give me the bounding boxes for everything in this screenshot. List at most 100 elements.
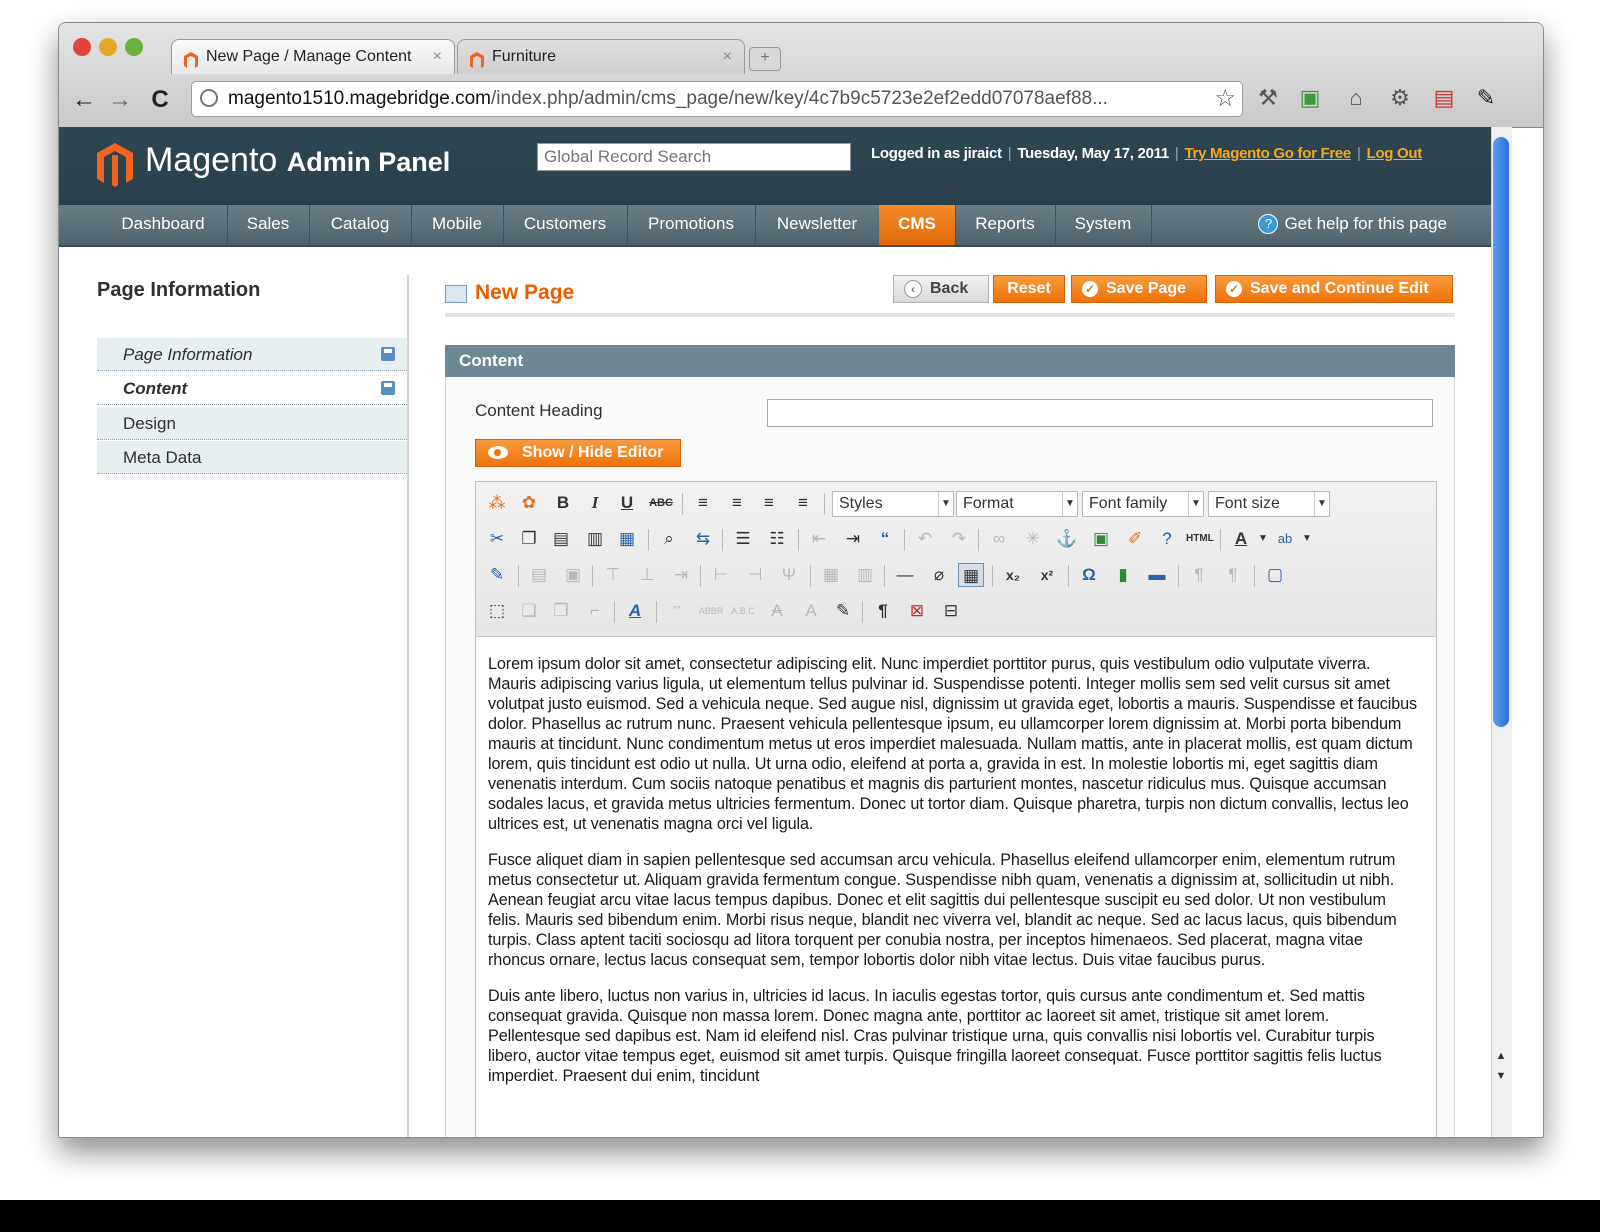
format-dropdown[interactable]: Format ▼ <box>956 491 1078 517</box>
unlink-icon[interactable]: ✳ <box>1020 527 1046 551</box>
nav-promotions[interactable]: Promotions <box>627 205 756 245</box>
font-family-dropdown[interactable]: Font family ▼ <box>1082 491 1204 517</box>
content-heading-input[interactable] <box>767 399 1433 427</box>
edit-css-icon[interactable]: ✎ <box>484 563 510 587</box>
tab-furniture[interactable]: Furniture × <box>457 39 745 74</box>
underline-icon[interactable]: U <box>614 491 640 515</box>
replace-icon[interactable]: ⇆ <box>690 527 716 551</box>
insert-col-before-icon[interactable]: ⊢ <box>708 563 734 587</box>
move-forward-icon[interactable]: ❏ <box>516 599 542 623</box>
forward-arrow-icon[interactable]: → <box>105 85 135 115</box>
reset-button[interactable]: Reset <box>993 275 1065 303</box>
insert-widget-icon[interactable]: ✿ <box>516 491 542 515</box>
cut-icon[interactable]: ✂ <box>484 527 510 551</box>
fullscreen-icon[interactable]: ▢ <box>1262 563 1288 587</box>
acronym-icon[interactable]: A.B.C <box>730 599 756 623</box>
move-backward-icon[interactable]: ❐ <box>548 599 574 623</box>
nav-catalog[interactable]: Catalog <box>309 205 412 245</box>
bold-icon[interactable]: B <box>550 491 576 515</box>
align-justify-icon[interactable]: ≡ <box>790 491 816 515</box>
delete-col-icon[interactable]: Ψ <box>776 563 802 587</box>
numbered-list-icon[interactable]: ☷ <box>764 527 790 551</box>
redo-icon[interactable]: ↷ <box>946 527 972 551</box>
insert-variable-icon[interactable]: ⁂ <box>484 491 510 515</box>
style-props-icon[interactable]: A <box>622 599 648 623</box>
paste-icon[interactable]: ▤ <box>548 527 574 551</box>
visual-chars-icon[interactable]: ¶ <box>870 599 896 623</box>
del-icon[interactable]: A <box>764 599 790 623</box>
bookmark-star-icon[interactable]: ☆ <box>1214 84 1236 113</box>
back-button[interactable]: ‹ Back <box>893 275 989 303</box>
font-size-dropdown[interactable]: Font size ▼ <box>1208 491 1330 517</box>
absolute-icon[interactable]: ⌐ <box>582 599 608 623</box>
anchor-icon[interactable]: ⚓ <box>1054 527 1080 551</box>
align-right-icon[interactable]: ≡ <box>756 491 782 515</box>
blockquote-icon[interactable]: “ <box>872 527 898 551</box>
scroll-down-icon[interactable]: ▼ <box>1493 1067 1509 1085</box>
align-center-icon[interactable]: ≡ <box>724 491 750 515</box>
paste-word-icon[interactable]: ▦ <box>614 527 640 551</box>
italic-icon[interactable]: I <box>582 491 608 515</box>
global-search-input[interactable] <box>537 143 851 171</box>
scroll-up-icon[interactable]: ▲ <box>1493 1047 1509 1065</box>
sidebar-item-content[interactable]: Content <box>97 372 407 405</box>
row-props-icon[interactable]: ▤ <box>526 563 552 587</box>
rtl-icon[interactable]: ¶ <box>1220 563 1246 587</box>
nav-sales[interactable]: Sales <box>227 205 310 245</box>
nav-cms[interactable]: CMS <box>879 205 956 245</box>
ins-icon[interactable]: A <box>798 599 824 623</box>
sidebar-item-page-information[interactable]: Page Information <box>97 338 407 371</box>
nav-newsletter[interactable]: Newsletter <box>755 205 880 245</box>
styles-dropdown[interactable]: Styles ▼ <box>832 491 954 517</box>
green-extension-icon[interactable]: ▣ <box>1297 85 1323 111</box>
sidebar-item-meta-data[interactable]: Meta Data <box>97 441 407 474</box>
copy-icon[interactable]: ❐ <box>516 527 542 551</box>
insert-layer-icon[interactable]: ⬚ <box>484 599 510 623</box>
back-arrow-icon[interactable]: ← <box>69 85 99 115</box>
insert-col-after-icon[interactable]: ⊣ <box>742 563 768 587</box>
scrollbar-thumb[interactable] <box>1493 137 1509 727</box>
bullet-list-icon[interactable]: ☰ <box>730 527 756 551</box>
page-break-row-icon[interactable]: ⊟ <box>938 599 964 623</box>
insert-row-after-icon[interactable]: ⊥ <box>634 563 660 587</box>
new-tab-button[interactable]: + <box>749 47 781 71</box>
attribs-icon[interactable]: ✎ <box>830 599 856 623</box>
ltr-icon[interactable]: ¶ <box>1186 563 1212 587</box>
address-bar[interactable]: magento1510.magebridge.com/index.php/adm… <box>191 81 1243 117</box>
nav-customers[interactable]: Customers <box>503 205 628 245</box>
tab-close-icon[interactable]: × <box>723 40 732 74</box>
tab-close-icon[interactable]: × <box>433 40 442 74</box>
page-break-icon[interactable]: ▬ <box>1144 563 1170 587</box>
undo-icon[interactable]: ↶ <box>912 527 938 551</box>
wrench-extension-icon[interactable]: ⚒ <box>1255 85 1281 111</box>
nav-system[interactable]: System <box>1055 205 1152 245</box>
close-window-button[interactable] <box>73 38 91 56</box>
tab-new-page[interactable]: New Page / Manage Content × <box>171 39 455 74</box>
paste-text-icon[interactable]: ▥ <box>582 527 608 551</box>
insert-row-before-icon[interactable]: ⊤ <box>600 563 626 587</box>
save-page-button[interactable]: ✓ Save Page <box>1071 275 1207 303</box>
bookmark-extension-icon[interactable]: ▤ <box>1431 85 1457 111</box>
logout-link[interactable]: Log Out <box>1367 145 1423 162</box>
nonbreaking-icon[interactable]: ⊠ <box>904 599 930 623</box>
tag-extension-icon[interactable]: ⌂ <box>1343 85 1369 111</box>
abbr-icon[interactable]: ABBR <box>698 599 724 623</box>
special-char-icon[interactable]: Ω <box>1076 563 1102 587</box>
media-icon[interactable]: ▮ <box>1110 563 1136 587</box>
align-left-icon[interactable]: ≡ <box>690 491 716 515</box>
settings-wrench-icon[interactable]: ✎ <box>1473 85 1499 111</box>
minimize-window-button[interactable] <box>99 38 117 56</box>
nav-mobile[interactable]: Mobile <box>411 205 504 245</box>
editor-body[interactable]: Lorem ipsum dolor sit amet, consectetur … <box>488 654 1422 1102</box>
outdent-icon[interactable]: ⇤ <box>806 527 832 551</box>
zoom-window-button[interactable] <box>125 38 143 56</box>
horizontal-rule-icon[interactable]: — <box>892 563 918 587</box>
image-icon[interactable]: ▣ <box>1088 527 1114 551</box>
try-magento-go-link[interactable]: Try Magento Go for Free <box>1185 145 1352 162</box>
link-icon[interactable]: ∞ <box>986 527 1012 551</box>
cell-props-icon[interactable]: ▣ <box>560 563 586 587</box>
cleanup-icon[interactable]: ✐ <box>1122 527 1148 551</box>
split-cells-icon[interactable]: ▦ <box>818 563 844 587</box>
show-hide-editor-button[interactable]: Show / Hide Editor <box>475 439 681 467</box>
superscript-icon[interactable]: x² <box>1034 563 1060 587</box>
